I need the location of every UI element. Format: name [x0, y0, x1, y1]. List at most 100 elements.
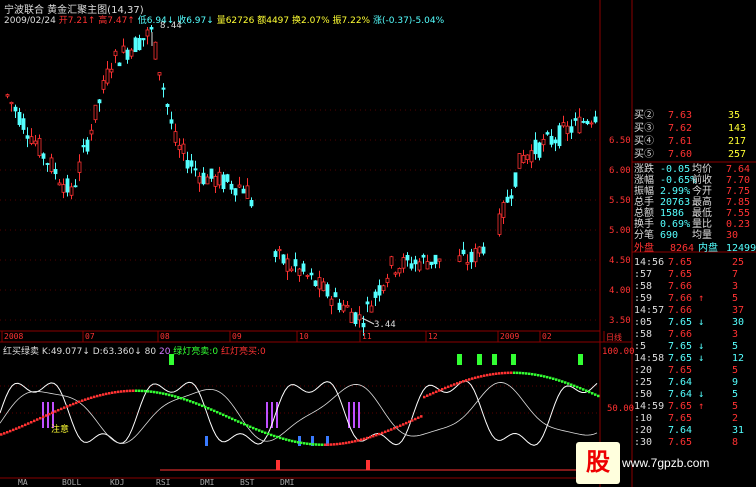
candle-body: [577, 116, 582, 134]
trend-dot: [327, 443, 330, 446]
trend-dot: [165, 392, 168, 396]
trend-dot: [210, 408, 213, 411]
trend-dot: [288, 439, 291, 442]
trend-dot: [513, 371, 516, 375]
trend-dot: [186, 398, 189, 402]
bid-volume: 257: [728, 149, 747, 160]
stat-value: 690: [660, 230, 679, 241]
trend-dot: [219, 412, 222, 415]
trend-dot: [84, 398, 87, 401]
tab-boll[interactable]: BOLL: [62, 478, 81, 487]
green-signal-marker: [492, 354, 497, 365]
trend-dot: [366, 436, 369, 440]
trend-dot: [39, 416, 42, 420]
candle-body: [557, 125, 562, 147]
candle-body: [33, 140, 38, 145]
purple-marker: [353, 402, 355, 428]
trend-dot: [183, 397, 186, 401]
candle-body: [49, 157, 54, 172]
candle-body: [305, 274, 310, 277]
candle-body: [429, 261, 434, 265]
trend-dot: [471, 377, 474, 380]
candle-body: [473, 248, 478, 263]
tab-dmi[interactable]: DMI: [280, 478, 294, 487]
tick-price: 7.65 ↓: [668, 353, 705, 364]
trend-dot: [522, 371, 525, 375]
volume-value: 62726: [225, 16, 255, 26]
date-x-label: 02: [542, 332, 552, 341]
tick-price: 7.65: [668, 365, 693, 376]
candle-body: [369, 305, 374, 313]
bid-label: 买③: [634, 123, 654, 134]
tab-ma[interactable]: MA: [18, 478, 28, 487]
watermark-logo: 股: [576, 442, 620, 484]
trend-dot: [45, 414, 48, 417]
trend-dot: [489, 373, 492, 376]
tab-kdj[interactable]: KDJ: [110, 478, 124, 487]
candle-body: [421, 254, 426, 258]
tick-row: :10 7.65 2: [632, 413, 752, 425]
amount-label: 额: [257, 16, 267, 26]
price-y-tick: 4.00: [609, 286, 631, 296]
tab-dmi[interactable]: DMI: [200, 478, 214, 487]
candle-body: [217, 171, 222, 186]
candle-body: [301, 263, 306, 272]
candle-body: [85, 139, 90, 152]
candle-body: [193, 168, 198, 171]
trend-dot: [297, 441, 300, 444]
tick-row: :5 7.65 ↓ 5: [632, 341, 752, 353]
blue-marker: [298, 436, 301, 446]
tick-volume: 31: [732, 425, 745, 436]
trend-dot: [168, 393, 171, 397]
trend-dot: [162, 392, 165, 395]
trend-dot: [120, 390, 123, 393]
candle-body: [545, 132, 550, 135]
tab-bst[interactable]: BST: [240, 478, 254, 487]
candle-body: [125, 49, 130, 60]
note-label: 注意: [51, 425, 70, 435]
trend-dot: [582, 388, 585, 391]
trend-dot: [378, 432, 381, 436]
trend-dot: [18, 426, 21, 429]
trend-dot: [507, 371, 510, 375]
tick-price: 7.65: [668, 257, 693, 268]
candle-body: [9, 101, 14, 105]
j-value: 80: [144, 347, 157, 357]
candle-body: [385, 277, 390, 283]
trend-dot: [504, 371, 507, 375]
candle-body: [13, 106, 18, 112]
tab-rsi[interactable]: RSI: [156, 478, 170, 487]
date-x-label: 12: [428, 332, 438, 341]
trend-dot: [33, 419, 36, 423]
trend-dot: [426, 394, 429, 397]
trend-dot: [66, 405, 69, 408]
trend-dot: [420, 415, 423, 418]
trend-dot: [147, 390, 150, 393]
tick-row: :58 7.66 3: [632, 281, 752, 293]
red-signal-marker: [276, 460, 280, 470]
tick-price: 7.65: [668, 437, 693, 448]
bid-price: 7.62: [668, 123, 693, 134]
candle-body: [249, 200, 254, 207]
trend-dot: [486, 373, 489, 377]
outer-label: 外盘: [634, 243, 654, 254]
trend-dot: [135, 389, 138, 393]
red-signal-text: 红灯亮买:0: [220, 347, 266, 357]
inner-label: 内盘: [698, 243, 718, 254]
trend-dot: [78, 400, 81, 404]
candle-body: [581, 121, 586, 123]
trend-dot: [444, 386, 447, 390]
trend-dot: [138, 389, 141, 393]
candle-body: [569, 126, 574, 133]
candle-body: [169, 119, 174, 124]
open-label: 开: [58, 16, 68, 26]
candle-body: [197, 175, 202, 184]
trend-dot: [411, 419, 414, 422]
trend-dot: [396, 425, 399, 429]
outer-inner-row: 外盘 8264 内盘 12499: [632, 243, 756, 255]
trend-dot: [528, 372, 531, 376]
candle-body: [309, 272, 314, 276]
trend-dot: [111, 391, 114, 395]
low-label: 低: [137, 16, 147, 26]
trend-dot: [348, 441, 351, 444]
